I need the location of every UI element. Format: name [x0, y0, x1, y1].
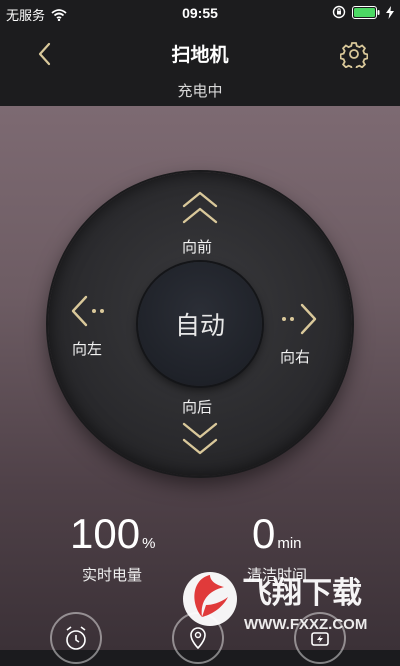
- nav-bar: 扫地机 充电中: [0, 26, 400, 106]
- down-chevron-icon[interactable]: [180, 420, 220, 456]
- status-right: [332, 5, 394, 19]
- clean-time-number: 0: [252, 510, 276, 557]
- schedule-button[interactable]: [50, 612, 102, 664]
- backward-label[interactable]: 向后: [182, 396, 212, 417]
- clean-time-value: 0 min: [252, 510, 302, 558]
- auto-label: 自动: [174, 311, 225, 340]
- gear-icon: [339, 42, 369, 71]
- battery-unit: %: [142, 535, 156, 552]
- right-arrow-icon[interactable]: [276, 302, 320, 336]
- alarm-clock-icon: [66, 626, 86, 650]
- svg-text:WWW.FXXZ.COM: WWW.FXXZ.COM: [244, 616, 367, 633]
- status-bar: 无服务 09:55: [0, 0, 400, 26]
- battery-number: 100: [70, 510, 141, 557]
- up-chevron-icon[interactable]: [180, 190, 220, 226]
- forward-label[interactable]: 向前: [182, 236, 212, 257]
- lock-rotation-icon: [332, 5, 346, 19]
- watermark-logo: 飞翔下载 WWW.FXXZ.COM: [183, 572, 367, 633]
- charging-icon: [386, 5, 394, 19]
- battery-icon: [352, 5, 380, 19]
- left-label[interactable]: 向左: [72, 338, 102, 359]
- watermark: 飞翔下载 WWW.FXXZ.COM: [180, 565, 390, 637]
- clean-time-unit: min: [277, 535, 302, 552]
- right-label[interactable]: 向右: [280, 346, 310, 367]
- settings-button[interactable]: [339, 40, 369, 71]
- battery-label: 实时电量: [82, 566, 143, 584]
- status-subtitle: 充电中: [177, 82, 223, 100]
- auto-button[interactable]: 自动: [138, 262, 262, 386]
- svg-text:飞翔下载: 飞翔下载: [242, 576, 362, 611]
- battery-value: 100%: [70, 510, 155, 558]
- left-arrow-icon[interactable]: [68, 294, 112, 328]
